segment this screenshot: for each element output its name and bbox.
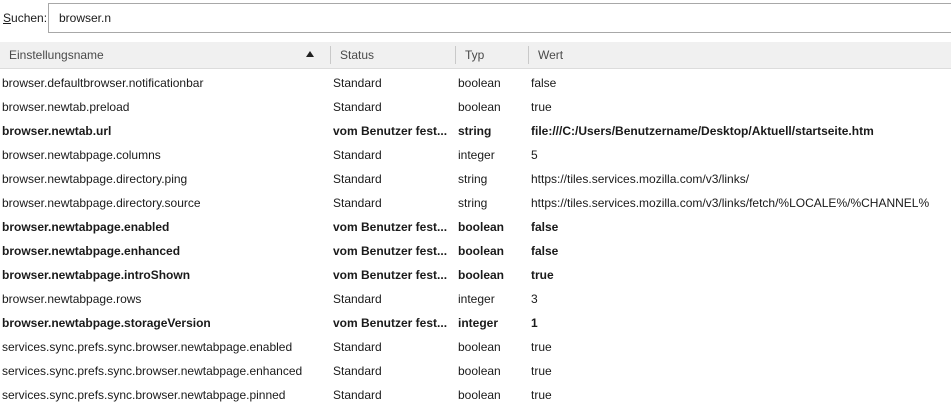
pref-name-cell: services.sync.prefs.sync.browser.newtabp… [2, 340, 293, 354]
pref-type-cell: boolean [458, 76, 501, 90]
preferences-table: Einstellungsname Status Typ Wert browser… [0, 42, 951, 407]
pref-name-cell: browser.newtabpage.enhanced [2, 244, 181, 258]
pref-value-cell: true [531, 388, 552, 402]
pref-value-cell: file:///C:/Users/Benutzername/Desktop/Ak… [531, 124, 874, 138]
pref-status-cell: Standard [333, 76, 382, 90]
pref-type-cell: boolean [458, 364, 501, 378]
pref-value-cell: true [531, 340, 552, 354]
pref-type-cell: boolean [458, 268, 505, 282]
table-row[interactable]: browser.newtab.url vom Benutzer fest... st… [0, 119, 951, 143]
pref-status-cell: Standard [333, 340, 382, 354]
table-row[interactable]: services.sync.prefs.sync.browser.newtabp… [0, 335, 951, 359]
pref-value-cell: true [531, 268, 554, 282]
pref-type-cell: boolean [458, 244, 505, 258]
pref-name-cell: browser.newtabpage.storageVersion [2, 316, 211, 330]
pref-type-cell: integer [458, 316, 499, 330]
pref-name-cell: browser.newtabpage.enabled [2, 220, 170, 234]
pref-status-cell: Standard [333, 100, 382, 114]
pref-name-cell: browser.newtabpage.introShown [2, 268, 191, 282]
search-label: Suchen: [3, 11, 47, 25]
column-header-name[interactable]: Einstellungsname [0, 42, 330, 68]
pref-name-cell: browser.newtabpage.columns [2, 148, 161, 162]
pref-value-cell: 3 [531, 292, 538, 306]
pref-value-cell: 5 [531, 148, 538, 162]
pref-name-cell: browser.newtab.url [2, 124, 112, 138]
sort-ascending-icon [306, 51, 314, 57]
table-body: browser.defaultbrowser.notificationbar St… [0, 71, 951, 407]
pref-name-cell: browser.defaultbrowser.notificationbar [2, 76, 204, 90]
pref-value-cell: false [531, 220, 559, 234]
table-row[interactable]: browser.newtabpage.enhanced vom Benutzer … [0, 239, 951, 263]
pref-name-cell: browser.newtab.preload [2, 100, 130, 114]
table-row[interactable]: browser.newtabpage.rows Standard integer 3 [0, 287, 951, 311]
pref-status-cell: Standard [333, 364, 382, 378]
pref-type-cell: boolean [458, 220, 505, 234]
pref-type-cell: string [458, 196, 488, 210]
pref-status-cell: Standard [333, 292, 382, 306]
table-row[interactable]: browser.newtabpage.introShown vom Benutze… [0, 263, 951, 287]
table-row[interactable]: browser.newtabpage.directory.ping Standar… [0, 167, 951, 191]
table-row[interactable]: services.sync.prefs.sync.browser.newtabp… [0, 359, 951, 383]
table-row[interactable]: browser.newtabpage.enabled vom Benutzer f… [0, 215, 951, 239]
pref-status-cell: vom Benutzer fest... [333, 244, 448, 258]
pref-value-cell: false [531, 244, 559, 258]
pref-value-cell: 1 [531, 316, 538, 330]
pref-value-cell: https://tiles.services.mozilla.com/v3/li… [531, 172, 750, 186]
pref-name-cell: browser.newtabpage.directory.ping [2, 172, 188, 186]
pref-value-cell: true [531, 100, 552, 114]
pref-type-cell: boolean [458, 100, 501, 114]
pref-value-cell: false [531, 76, 557, 90]
pref-name-cell: services.sync.prefs.sync.browser.newtabp… [2, 388, 286, 402]
pref-name-cell: browser.newtabpage.rows [2, 292, 142, 306]
column-header-status[interactable]: Status [331, 42, 455, 68]
pref-type-cell: integer [458, 148, 495, 162]
pref-status-cell: vom Benutzer fest... [333, 316, 448, 330]
table-header: Einstellungsname Status Typ Wert [0, 42, 951, 69]
table-row[interactable]: browser.defaultbrowser.notificationbar St… [0, 71, 951, 95]
pref-type-cell: boolean [458, 388, 501, 402]
table-row[interactable]: browser.newtabpage.directory.source Stand… [0, 191, 951, 215]
table-row[interactable]: services.sync.prefs.sync.browser.newtabp… [0, 383, 951, 407]
column-header-type[interactable]: Typ [456, 42, 528, 68]
search-label-accelerator: S [3, 11, 12, 25]
table-row[interactable]: browser.newtabpage.storageVersion vom Ben… [0, 311, 951, 335]
search-bar: Suchen: [0, 0, 951, 38]
pref-status-cell: vom Benutzer fest... [333, 124, 448, 138]
pref-value-cell: https://tiles.services.mozilla.com/v3/li… [531, 196, 930, 210]
search-label-text: uchen: [11, 11, 48, 25]
pref-status-cell: Standard [333, 196, 382, 210]
pref-status-cell: Standard [333, 388, 382, 402]
pref-status-cell: vom Benutzer fest... [333, 220, 448, 234]
pref-name-cell: services.sync.prefs.sync.browser.newtabp… [2, 364, 303, 378]
table-row[interactable]: browser.newtabpage.columns Standard intege… [0, 143, 951, 167]
pref-status-cell: Standard [333, 148, 382, 162]
table-row[interactable]: browser.newtab.preload Standard boolean tru… [0, 95, 951, 119]
pref-type-cell: integer [458, 292, 495, 306]
pref-type-cell: string [458, 124, 492, 138]
pref-type-cell: boolean [458, 340, 501, 354]
search-input[interactable] [48, 3, 951, 33]
pref-name-cell: browser.newtabpage.directory.source [2, 196, 201, 210]
pref-value-cell: true [531, 364, 552, 378]
pref-status-cell: Standard [333, 172, 382, 186]
pref-type-cell: string [458, 172, 488, 186]
pref-status-cell: vom Benutzer fest... [333, 268, 448, 282]
column-header-value[interactable]: Wert [529, 42, 951, 68]
